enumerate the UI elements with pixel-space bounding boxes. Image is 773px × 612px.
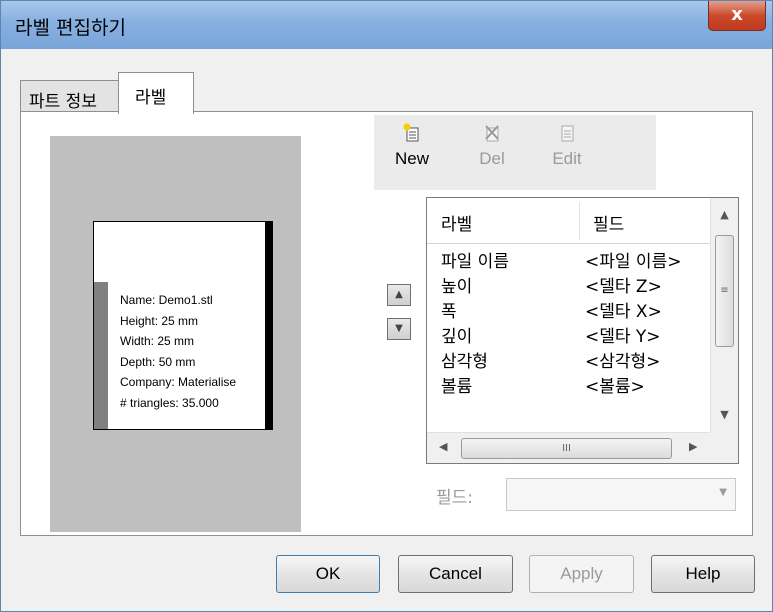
label-toolbar: New Del Edit bbox=[374, 115, 656, 190]
new-button[interactable]: New bbox=[382, 115, 442, 190]
delete-button-label: Del bbox=[479, 149, 505, 168]
vertical-scrollbar[interactable]: ▲ ≡ ▼ bbox=[710, 198, 738, 432]
new-button-label: New bbox=[394, 149, 429, 168]
row-label: 깊이 bbox=[441, 327, 473, 347]
new-label-icon bbox=[403, 123, 421, 143]
row-label: 파일 이름 bbox=[441, 252, 509, 272]
list-row[interactable]: 파일 이름 <파일 이름> bbox=[427, 247, 710, 272]
field-label: 필드: bbox=[436, 488, 474, 508]
list-header: 라벨 필드 bbox=[427, 198, 710, 244]
apply-button[interactable]: Apply bbox=[529, 555, 634, 593]
tab-part-info[interactable]: 파트 정보 bbox=[20, 80, 119, 112]
preview-right-bar bbox=[265, 222, 272, 429]
help-button[interactable]: Help bbox=[651, 555, 755, 593]
preview-line: Company: Materialise bbox=[120, 375, 237, 389]
preview-text-lines: Name: Demo1.stl Height: 25 mm Width: 25 … bbox=[120, 290, 236, 413]
chevron-down-icon: ▼ bbox=[719, 487, 727, 498]
list-row[interactable]: 폭 <델타 X> bbox=[427, 297, 710, 322]
column-separator[interactable] bbox=[579, 202, 580, 240]
list-row[interactable]: 높이 <델타 Z> bbox=[427, 272, 710, 297]
list-row[interactable]: 삼각형 <삼각형> bbox=[427, 347, 710, 372]
cancel-button[interactable]: Cancel bbox=[398, 555, 513, 593]
row-label: 삼각형 bbox=[441, 352, 488, 372]
delete-button[interactable]: Del bbox=[462, 115, 522, 190]
ok-button[interactable]: OK bbox=[276, 555, 380, 593]
preview-line: Height: 25 mm bbox=[120, 313, 199, 328]
row-field: <델타 X> bbox=[585, 302, 662, 322]
horizontal-scrollbar[interactable]: ◀ III ▶ bbox=[427, 432, 710, 463]
row-label: 높이 bbox=[441, 277, 473, 297]
arrow-up-icon: ▲ bbox=[395, 289, 403, 300]
vertical-scroll-thumb[interactable]: ≡ bbox=[715, 235, 734, 347]
close-icon: x bbox=[731, 4, 743, 25]
preview-line: Width: 25 mm bbox=[120, 334, 195, 348]
scroll-up-icon[interactable]: ▲ bbox=[711, 208, 738, 221]
scrollbar-corner bbox=[710, 432, 738, 463]
edit-button[interactable]: Edit bbox=[537, 115, 597, 190]
field-dropdown[interactable]: ▼ bbox=[506, 478, 736, 511]
move-up-button[interactable]: ▲ bbox=[387, 284, 411, 306]
column-header-field[interactable]: 필드 bbox=[593, 210, 624, 235]
scroll-left-icon[interactable]: ◀ bbox=[439, 440, 447, 453]
window-title: 라벨 편집하기 bbox=[15, 17, 126, 39]
preview-line: # triangles: 35.000 bbox=[120, 395, 219, 410]
tab-label-label: 라벨 bbox=[135, 88, 167, 108]
edit-button-label: Edit bbox=[552, 149, 582, 168]
row-field: <삼각형> bbox=[585, 352, 661, 372]
scroll-down-icon[interactable]: ▼ bbox=[711, 408, 738, 421]
label-preview-card: Name: Demo1.stl Height: 25 mm Width: 25 … bbox=[93, 221, 273, 430]
row-field: <파일 이름> bbox=[585, 252, 682, 272]
preview-left-bar bbox=[94, 282, 108, 429]
list-row[interactable]: 볼륨 <볼륨> bbox=[427, 372, 710, 397]
column-header-label[interactable]: 라벨 bbox=[441, 210, 472, 235]
list-rows: 파일 이름 <파일 이름> 높이 <델타 Z> 폭 <델타 X> 깊이 <델타 Y> 삼… bbox=[427, 247, 710, 397]
row-field: <델타 Y> bbox=[585, 327, 661, 347]
scroll-right-icon[interactable]: ▶ bbox=[689, 440, 697, 453]
preview-line: Depth: 50 mm bbox=[120, 354, 196, 369]
horizontal-scroll-thumb[interactable]: III bbox=[461, 438, 672, 459]
row-field: <볼륨> bbox=[585, 377, 645, 397]
tab-part-info-label: 파트 정보 bbox=[29, 92, 97, 112]
move-down-button[interactable]: ▼ bbox=[387, 318, 411, 340]
tab-label[interactable]: 라벨 bbox=[118, 72, 194, 114]
row-label: 볼륨 bbox=[441, 377, 473, 397]
arrow-down-icon: ▼ bbox=[395, 323, 403, 334]
row-field: <델타 Z> bbox=[585, 277, 662, 297]
title-bar: 라벨 편집하기 x bbox=[1, 1, 772, 49]
list-row[interactable]: 깊이 <델타 Y> bbox=[427, 322, 710, 347]
delete-label-icon bbox=[483, 123, 501, 143]
row-label: 폭 bbox=[441, 302, 457, 322]
preview-line: Name: Demo1.stl bbox=[120, 293, 213, 307]
edit-label-icon bbox=[558, 123, 576, 143]
close-button[interactable]: x bbox=[708, 1, 766, 31]
label-field-list[interactable]: 라벨 필드 파일 이름 <파일 이름> 높이 <델타 Z> 폭 <델타 X> 깊이 <델… bbox=[426, 197, 739, 464]
